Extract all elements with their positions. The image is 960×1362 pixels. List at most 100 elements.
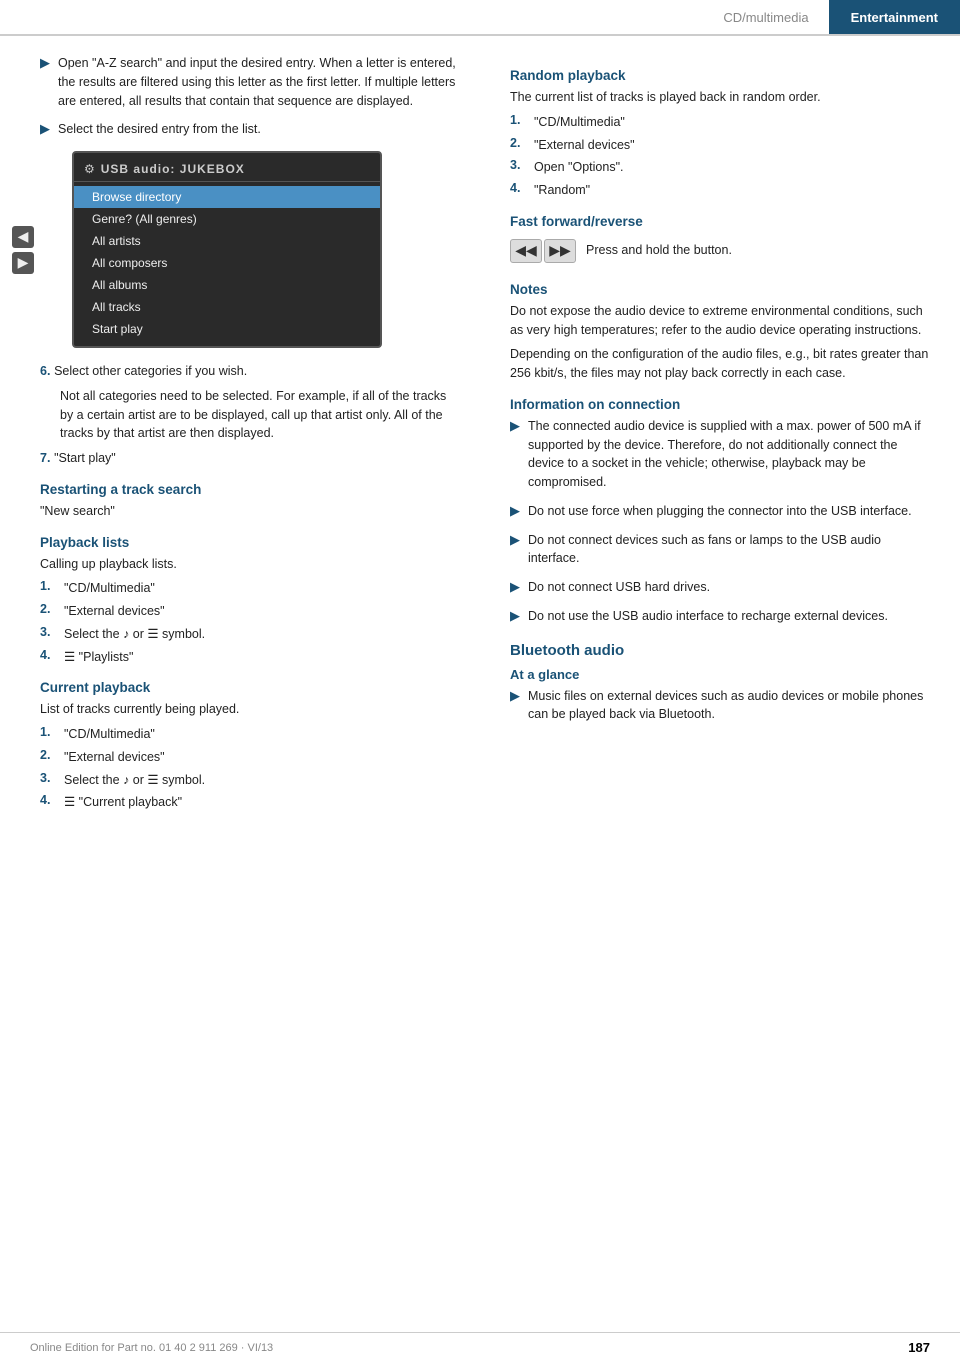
usb-icon: ⚙ [84, 162, 95, 176]
ff-text: Press and hold the button. [586, 241, 732, 260]
bullet-text-1: Open "A-Z search" and input the desired … [58, 54, 460, 110]
bullet-text-2: Select the desired entry from the list. [58, 120, 261, 139]
current-step-1-num: 1. [40, 725, 56, 739]
playback-step-1-text: "CD/Multimedia" [64, 579, 155, 598]
page-footer: Online Edition for Part no. 01 40 2 911 … [0, 1332, 960, 1362]
info-bullet-3: ▶ Do not connect devices such as fans or… [510, 531, 930, 569]
random-step-1: 1. "CD/Multimedia" [510, 113, 930, 132]
playback-step-4: 4. ☰ "Playlists" [40, 648, 460, 667]
usb-menu-item-4[interactable]: All albums [74, 274, 380, 296]
info-bullet-text-3: Do not connect devices such as fans or l… [528, 531, 930, 569]
random-step-1-num: 1. [510, 113, 526, 127]
random-step-2-num: 2. [510, 136, 526, 150]
playback-step-1: 1. "CD/Multimedia" [40, 579, 460, 598]
current-step-4-num: 4. [40, 793, 56, 807]
notes-text-2: Depending on the configuration of the au… [510, 345, 930, 383]
left-column: ▶ Open "A-Z search" and input the desire… [0, 54, 490, 816]
fastforward-button[interactable]: ▶▶ [544, 239, 576, 263]
random-subtext: The current list of tracks is played bac… [510, 88, 930, 107]
info-arrow-1: ▶ [510, 418, 520, 434]
step-6-block: 6. Select other categories if you wish. [40, 362, 460, 381]
page-number: 187 [908, 1340, 930, 1355]
random-step-1-text: "CD/Multimedia" [534, 113, 625, 132]
step-7-num: 7. [40, 451, 50, 465]
footer-text: Online Edition for Part no. 01 40 2 911 … [30, 1342, 273, 1354]
random-steps-list: 1. "CD/Multimedia" 2. "External devices"… [510, 113, 930, 200]
usb-menu-item-2[interactable]: All artists [74, 230, 380, 252]
bullet-item-2: ▶ Select the desired entry from the list… [40, 120, 460, 139]
current-step-4: 4. ☰ "Current playback" [40, 793, 460, 812]
main-content: ▶ Open "A-Z search" and input the desire… [0, 36, 960, 816]
playback-step-4-num: 4. [40, 648, 56, 662]
info-bullet-1: ▶ The connected audio device is supplied… [510, 417, 930, 492]
bluetooth-arrow: ▶ [510, 688, 520, 704]
playback-steps-list: 1. "CD/Multimedia" 2. "External devices"… [40, 579, 460, 666]
info-heading: Information on connection [510, 397, 930, 412]
info-arrow-3: ▶ [510, 532, 520, 548]
usb-menu-item-1[interactable]: Genre? (All genres) [74, 208, 380, 230]
nav-left-arrow[interactable]: ◀ [12, 226, 34, 248]
playback-step-3: 3. Select the ♪ or ☰ symbol. [40, 625, 460, 644]
usb-menu-item-5[interactable]: All tracks [74, 296, 380, 318]
playback-step-2: 2. "External devices" [40, 602, 460, 621]
ff-section: ◀◀ ▶▶ Press and hold the button. [510, 234, 930, 268]
step-7-block: 7. "Start play" [40, 449, 460, 468]
random-step-2-text: "External devices" [534, 136, 635, 155]
random-heading: Random playback [510, 68, 930, 83]
header-cd-label: CD/multimedia [0, 10, 829, 25]
current-step-2-text: "External devices" [64, 748, 165, 767]
current-step-4-text: ☰ "Current playback" [64, 793, 182, 812]
right-column: Random playback The current list of trac… [490, 54, 960, 816]
nav-right-arrow[interactable]: ▶ [12, 252, 34, 274]
current-step-3: 3. Select the ♪ or ☰ symbol. [40, 771, 460, 790]
usb-menu-title: USB audio: JUKEBOX [101, 162, 245, 176]
info-bullet-text-5: Do not use the USB audio interface to re… [528, 607, 888, 626]
ff-heading: Fast forward/reverse [510, 214, 930, 229]
playback-step-3-num: 3. [40, 625, 56, 639]
info-bullet-text-1: The connected audio device is supplied w… [528, 417, 930, 492]
bluetooth-bullet-text: Music files on external devices such as … [528, 687, 930, 725]
arrow-icon-2: ▶ [40, 121, 50, 137]
restarting-heading: Restarting a track search [40, 482, 460, 497]
restarting-text: "New search" [40, 502, 460, 521]
playback-step-1-num: 1. [40, 579, 56, 593]
usb-menu-header: ⚙ USB audio: JUKEBOX [74, 159, 380, 182]
playback-step-2-num: 2. [40, 602, 56, 616]
random-step-2: 2. "External devices" [510, 136, 930, 155]
usb-menu: ⚙ USB audio: JUKEBOX Browse directory Ge… [72, 151, 382, 348]
random-step-4-num: 4. [510, 181, 526, 195]
current-step-1-text: "CD/Multimedia" [64, 725, 155, 744]
bluetooth-bullet: ▶ Music files on external devices such a… [510, 687, 930, 725]
step-6-indent: Not all categories need to be selected. … [60, 387, 460, 443]
info-bullet-text-2: Do not use force when plugging the conne… [528, 502, 912, 521]
current-step-3-text: Select the ♪ or ☰ symbol. [64, 771, 205, 790]
info-arrow-2: ▶ [510, 503, 520, 519]
playback-subtext: Calling up playback lists. [40, 555, 460, 574]
bluetooth-heading: Bluetooth audio [510, 642, 930, 659]
at-a-glance-heading: At a glance [510, 667, 930, 682]
info-arrow-4: ▶ [510, 579, 520, 595]
step-6-num: 6. [40, 364, 50, 378]
usb-menu-item-0[interactable]: Browse directory [74, 186, 380, 208]
usb-menu-item-3[interactable]: All composers [74, 252, 380, 274]
playback-step-2-text: "External devices" [64, 602, 165, 621]
ff-buttons: ◀◀ ▶▶ [510, 239, 576, 263]
notes-heading: Notes [510, 282, 930, 297]
current-step-3-num: 3. [40, 771, 56, 785]
header-entertainment-label: Entertainment [829, 0, 960, 34]
step-7-text: "Start play" [54, 451, 116, 465]
playback-step-4-text: ☰ "Playlists" [64, 648, 133, 667]
info-bullet-5: ▶ Do not use the USB audio interface to … [510, 607, 930, 626]
arrow-icon-1: ▶ [40, 55, 50, 71]
random-step-4: 4. "Random" [510, 181, 930, 200]
current-step-1: 1. "CD/Multimedia" [40, 725, 460, 744]
rewind-button[interactable]: ◀◀ [510, 239, 542, 263]
bullet-item-1: ▶ Open "A-Z search" and input the desire… [40, 54, 460, 110]
usb-menu-item-6[interactable]: Start play [74, 318, 380, 340]
info-bullet-4: ▶ Do not connect USB hard drives. [510, 578, 930, 597]
info-bullet-text-4: Do not connect USB hard drives. [528, 578, 710, 597]
random-step-4-text: "Random" [534, 181, 590, 200]
step-6-text: Select other categories if you wish. [54, 364, 247, 378]
playback-heading: Playback lists [40, 535, 460, 550]
current-step-2: 2. "External devices" [40, 748, 460, 767]
